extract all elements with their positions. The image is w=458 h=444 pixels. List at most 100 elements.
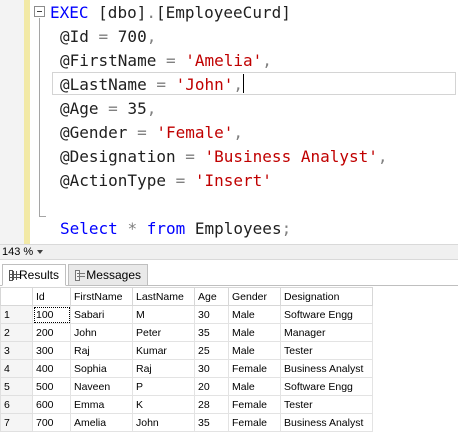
code-line[interactable]: @Id = 700, bbox=[60, 25, 156, 49]
code-line[interactable]: Select * from Employees; bbox=[60, 217, 291, 241]
table-cell[interactable]: Business Analyst bbox=[280, 359, 373, 378]
column-header[interactable]: Age bbox=[194, 287, 229, 306]
code-token: . bbox=[146, 3, 156, 22]
table-cell[interactable]: K bbox=[132, 395, 195, 414]
code-token: = bbox=[185, 147, 205, 166]
code-token: 'Insert' bbox=[194, 171, 272, 190]
tab-results[interactable]: Results bbox=[2, 264, 66, 286]
code-token: @ActionType bbox=[60, 171, 176, 190]
table-cell[interactable]: 600 bbox=[32, 395, 71, 414]
results-table[interactable]: Id FirstName LastName Age Gender Designation … bbox=[0, 287, 373, 432]
table-cell[interactable]: 300 bbox=[32, 341, 71, 360]
change-tracking-bar bbox=[24, 0, 30, 244]
table-cell[interactable]: Software Engg bbox=[280, 377, 373, 396]
table-cell[interactable]: Raj bbox=[132, 359, 195, 378]
table-cell[interactable]: Peter bbox=[132, 323, 195, 342]
table-row[interactable]: 1 100 Sabari M 30 Male Software Engg bbox=[0, 305, 373, 324]
table-cell[interactable]: Male bbox=[228, 323, 281, 342]
table-cell[interactable]: 30 bbox=[194, 305, 229, 324]
code-line[interactable]: @FirstName = 'Amelia', bbox=[60, 49, 272, 73]
table-cell[interactable]: Male bbox=[228, 377, 281, 396]
table-cell[interactable]: Sophia bbox=[70, 359, 133, 378]
table-cell[interactable]: 100 bbox=[32, 305, 71, 324]
code-line[interactable]: @LastName = 'John', bbox=[60, 73, 245, 97]
row-number[interactable]: 4 bbox=[0, 359, 33, 378]
table-row[interactable]: 3 300 Raj Kumar 25 Male Tester bbox=[0, 341, 373, 360]
table-cell[interactable]: 700 bbox=[32, 413, 71, 432]
table-cell[interactable]: Male bbox=[228, 305, 281, 324]
messages-icon bbox=[75, 269, 86, 281]
table-cell[interactable]: 35 bbox=[194, 413, 229, 432]
row-number[interactable]: 1 bbox=[0, 305, 33, 324]
column-header[interactable]: FirstName bbox=[70, 287, 133, 306]
table-cell[interactable]: Manager bbox=[280, 323, 373, 342]
table-cell[interactable]: Business Analyst bbox=[280, 413, 373, 432]
table-cell[interactable]: Amelia bbox=[70, 413, 133, 432]
code-token: @FirstName bbox=[60, 51, 166, 70]
table-cell[interactable]: 500 bbox=[32, 377, 71, 396]
tab-messages-label: Messages bbox=[86, 268, 141, 282]
column-header[interactable]: LastName bbox=[132, 287, 195, 306]
row-number[interactable]: 2 bbox=[0, 323, 33, 342]
column-header[interactable]: Id bbox=[32, 287, 71, 306]
column-header[interactable]: Designation bbox=[280, 287, 373, 306]
table-cell[interactable]: 35 bbox=[194, 323, 229, 342]
table-cell[interactable]: Male bbox=[228, 341, 281, 360]
table-row[interactable]: 6 600 Emma K 28 Female Tester bbox=[0, 395, 373, 414]
code-token: from bbox=[146, 219, 195, 238]
table-row[interactable]: 7 700 Amelia John 35 Female Business Analyst bbox=[0, 413, 373, 432]
code-token: = bbox=[108, 99, 128, 118]
row-number[interactable]: 5 bbox=[0, 377, 33, 396]
table-cell[interactable]: Kumar bbox=[132, 341, 195, 360]
table-cell[interactable]: 400 bbox=[32, 359, 71, 378]
code-token: @Designation bbox=[60, 147, 186, 166]
table-cell[interactable]: 28 bbox=[194, 395, 229, 414]
table-row[interactable]: 4 400 Sophia Raj 30 Female Business Analyst bbox=[0, 359, 373, 378]
row-number[interactable]: 6 bbox=[0, 395, 33, 414]
table-cell[interactable]: M bbox=[132, 305, 195, 324]
table-cell[interactable]: Female bbox=[228, 413, 281, 432]
code-line[interactable]: EXEC [dbo].[EmployeeCurd] bbox=[50, 1, 291, 25]
table-cell[interactable]: Female bbox=[228, 359, 281, 378]
table-cell[interactable]: P bbox=[132, 377, 195, 396]
table-cell[interactable]: Tester bbox=[280, 395, 373, 414]
collapse-icon[interactable] bbox=[34, 6, 45, 17]
table-cell[interactable]: 30 bbox=[194, 359, 229, 378]
code-token: @LastName bbox=[60, 75, 157, 94]
query-editor[interactable]: EXEC [dbo].[EmployeeCurd] @Id = 700, @Firs… bbox=[0, 0, 458, 244]
table-cell[interactable]: Software Engg bbox=[280, 305, 373, 324]
code-line[interactable]: @Designation = 'Business Analyst', bbox=[60, 145, 388, 169]
column-header[interactable]: Gender bbox=[228, 287, 281, 306]
table-header-row: Id FirstName LastName Age Gender Designation bbox=[0, 287, 373, 306]
table-cell[interactable]: 20 bbox=[194, 377, 229, 396]
table-cell[interactable]: John bbox=[70, 323, 133, 342]
grid-corner-cell[interactable] bbox=[0, 287, 33, 306]
table-cell[interactable]: Emma bbox=[70, 395, 133, 414]
table-cell[interactable]: John bbox=[132, 413, 195, 432]
code-token: ; bbox=[281, 219, 292, 238]
code-token: 700 bbox=[117, 27, 147, 46]
table-row[interactable]: 5 500 Naveen P 20 Male Software Engg bbox=[0, 377, 373, 396]
zoom-selector[interactable]: 143 % bbox=[2, 245, 44, 259]
table-cell[interactable]: Naveen bbox=[70, 377, 133, 396]
table-cell[interactable]: Tester bbox=[280, 341, 373, 360]
outline-fold-line bbox=[39, 18, 40, 216]
table-cell[interactable]: Female bbox=[228, 395, 281, 414]
table-cell[interactable]: Raj bbox=[70, 341, 133, 360]
code-token: [EmployeeCurd] bbox=[155, 3, 291, 22]
editor-gutter bbox=[0, 0, 24, 244]
row-number[interactable]: 3 bbox=[0, 341, 33, 360]
code-token: 'Amelia' bbox=[185, 51, 263, 70]
tab-messages[interactable]: Messages bbox=[68, 264, 148, 286]
row-number[interactable]: 7 bbox=[0, 413, 33, 432]
code-line[interactable]: @Gender = 'Female', bbox=[60, 121, 243, 145]
table-cell[interactable]: 25 bbox=[194, 341, 229, 360]
results-grid[interactable]: Id FirstName LastName Age Gender Designation … bbox=[0, 287, 458, 444]
code-line[interactable]: @ActionType = 'Insert' bbox=[60, 169, 272, 193]
code-token: = bbox=[175, 171, 195, 190]
table-cell[interactable]: 200 bbox=[32, 323, 71, 342]
table-row[interactable]: 2 200 John Peter 35 Male Manager bbox=[0, 323, 373, 342]
table-cell[interactable]: Sabari bbox=[70, 305, 133, 324]
code-token: = bbox=[156, 75, 176, 94]
code-line[interactable]: @Age = 35, bbox=[60, 97, 156, 121]
